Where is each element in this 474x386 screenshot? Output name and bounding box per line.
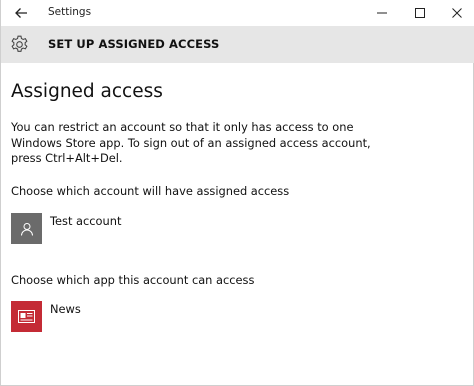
description-text: You can restrict an account so that it o… <box>11 120 371 165</box>
app-tile <box>11 301 42 332</box>
choose-account-button[interactable]: Test account <box>11 213 311 245</box>
page-title: Assigned access <box>11 81 163 102</box>
account-section-label: Choose which account will have assigned … <box>11 184 290 198</box>
user-icon <box>20 222 33 236</box>
settings-window: Settings SET UP ASSIGNED ACCESS Assigned <box>0 0 474 386</box>
minimize-icon <box>377 12 387 14</box>
page-header: SET UP ASSIGNED ACCESS <box>1 26 474 63</box>
back-arrow-icon <box>15 8 27 18</box>
app-name: News <box>50 302 81 316</box>
app-title: Settings <box>48 6 92 18</box>
news-icon <box>18 310 35 323</box>
account-name: Test account <box>50 214 122 228</box>
maximize-icon <box>415 8 425 18</box>
account-tile <box>11 213 42 244</box>
close-icon <box>452 8 462 18</box>
back-button[interactable] <box>7 0 35 26</box>
close-button[interactable] <box>439 0 474 26</box>
title-bar: Settings <box>1 0 474 26</box>
app-section-label: Choose which app this account can access <box>11 273 255 287</box>
minimize-button[interactable] <box>364 0 400 26</box>
gear-icon <box>11 35 28 52</box>
maximize-button[interactable] <box>402 0 438 26</box>
header-title: SET UP ASSIGNED ACCESS <box>48 37 220 51</box>
choose-app-button[interactable]: News <box>11 301 311 333</box>
